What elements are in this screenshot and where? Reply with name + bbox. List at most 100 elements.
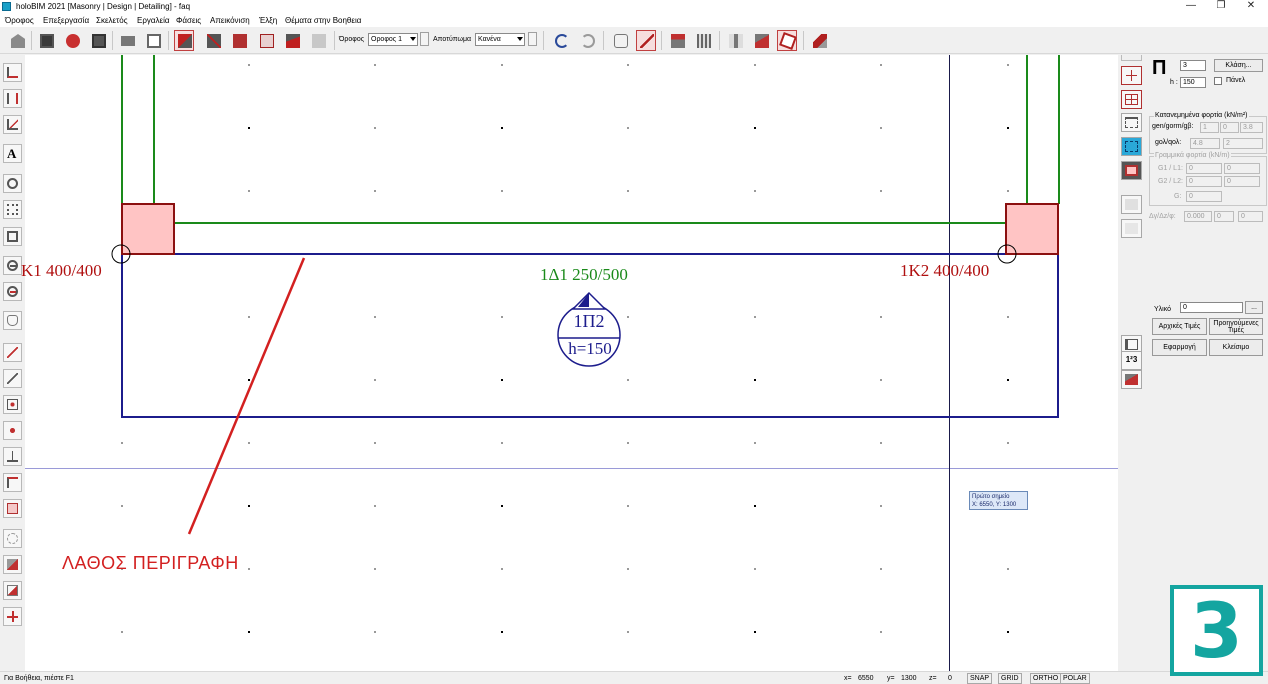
material-paint-button[interactable] <box>1121 370 1142 389</box>
delete-button[interactable] <box>88 30 108 51</box>
g-field[interactable]: 0 <box>1186 191 1222 202</box>
section-view-button[interactable] <box>3 581 22 600</box>
save-button[interactable] <box>36 30 56 51</box>
envelope-button[interactable] <box>256 30 276 51</box>
close-window-button[interactable]: ✕ <box>1236 0 1266 13</box>
menu-phases[interactable]: Φάσεις <box>176 16 201 25</box>
settings-button[interactable] <box>62 30 82 51</box>
material-field[interactable]: 0 <box>1180 302 1243 313</box>
zoom-center-button[interactable] <box>3 200 22 219</box>
beam-tool-button[interactable] <box>751 30 771 51</box>
undo-button[interactable] <box>551 30 571 51</box>
floor-select[interactable]: Οροφος 1 <box>368 33 418 46</box>
h-field[interactable]: 150 <box>1180 77 1206 88</box>
text-tool-button[interactable]: A <box>3 144 22 163</box>
footprint-select[interactable]: Κανένα <box>475 33 525 46</box>
polar-toggle[interactable]: POLAR <box>1060 673 1090 684</box>
pan-hand-button[interactable] <box>3 311 22 330</box>
menu-floor[interactable]: Όροφος <box>5 16 34 25</box>
edit-dim-button[interactable] <box>3 115 22 134</box>
point-line-button[interactable] <box>3 369 22 388</box>
g1l1-field-2[interactable]: 0 <box>1224 163 1260 174</box>
g2l2-field-1[interactable]: 0 <box>1186 176 1222 187</box>
light-button[interactable] <box>3 529 22 548</box>
section-view-icon <box>7 585 18 596</box>
menu-edit[interactable]: Επεξεργασία <box>43 16 89 25</box>
gen-field-1[interactable]: 1 <box>1200 122 1219 133</box>
slab-edge-button[interactable] <box>1121 113 1142 132</box>
load-button[interactable] <box>1121 137 1142 156</box>
menu-drag[interactable]: Έλξη <box>259 16 277 25</box>
g1l1-field-1[interactable]: 0 <box>1186 163 1222 174</box>
gen-field-2[interactable]: 0 <box>1220 122 1239 133</box>
light-icon <box>7 533 18 544</box>
point-tool-button[interactable] <box>3 395 22 414</box>
erase-button[interactable] <box>809 30 829 51</box>
print-preview-button[interactable] <box>143 30 163 51</box>
apply-button[interactable]: Εφαρμογή <box>1152 339 1207 356</box>
perpendicular-button[interactable] <box>3 447 22 466</box>
numbering-button[interactable]: 1²3 <box>1121 351 1142 370</box>
brush-button[interactable] <box>3 555 22 574</box>
cut-line-button[interactable] <box>282 30 302 51</box>
zoom-in-button[interactable] <box>3 282 22 301</box>
gol-field-2[interactable]: 2 <box>1223 138 1263 149</box>
ay-field-3[interactable]: 0 <box>1238 211 1263 222</box>
grid-toggle[interactable]: GRID <box>998 673 1022 684</box>
vertical-dim-button[interactable] <box>3 89 22 108</box>
corner-button[interactable] <box>3 473 22 492</box>
minimize-button[interactable]: — <box>1176 0 1206 13</box>
move-button[interactable] <box>3 607 22 626</box>
drawing-canvas[interactable]: Κ1 400/400 1Κ2 400/400 1Δ1 250/500 1Π2 h… <box>21 55 1118 671</box>
panel-checkbox[interactable] <box>1214 77 1222 85</box>
multi-slab-button[interactable] <box>1121 90 1142 109</box>
building-view-button[interactable] <box>693 30 713 51</box>
g2l2-field-2[interactable]: 0 <box>1224 176 1260 187</box>
trim-tool-button[interactable] <box>203 30 223 51</box>
gol-field-1[interactable]: 4.8 <box>1190 138 1220 149</box>
group-button[interactable] <box>229 30 249 51</box>
gen-field-3[interactable]: 3.8 <box>1240 122 1263 133</box>
menu-help-topics[interactable]: Θέματα στην Βοηθεια <box>285 16 361 25</box>
grid-dot <box>501 190 503 192</box>
draw-line-button[interactable] <box>636 30 656 51</box>
previous-values-button[interactable]: Προηγούμενες Τιμές <box>1209 318 1263 335</box>
fix-point-button[interactable] <box>3 499 22 518</box>
column-1[interactable] <box>121 203 175 255</box>
dimension-tool-button[interactable] <box>3 63 22 82</box>
panel-close-button[interactable]: Κλείσιμο <box>1209 339 1263 356</box>
menu-view[interactable]: Απεικόνιση <box>210 16 250 25</box>
grid-dot <box>754 505 756 507</box>
column-tool-button[interactable] <box>725 30 745 51</box>
add-slab-button[interactable] <box>1121 66 1142 85</box>
menu-skeleton[interactable]: Σκελετός <box>96 16 128 25</box>
slab-tool-button[interactable] <box>777 30 797 51</box>
redo-button[interactable] <box>577 30 597 51</box>
zoom-extents-button[interactable] <box>3 227 22 246</box>
ay-field-1[interactable]: 0.000 <box>1184 211 1212 222</box>
pan-button[interactable] <box>610 30 630 51</box>
floor-view-button[interactable] <box>667 30 687 51</box>
footprint-spinner[interactable] <box>528 32 537 46</box>
initial-values-button[interactable]: Αρχικές Τιμές <box>1152 318 1207 335</box>
zoom-window-button[interactable] <box>3 174 22 193</box>
ay-field-2[interactable]: 0 <box>1214 211 1234 222</box>
zoom-out-button[interactable] <box>3 256 22 275</box>
snap-toggle[interactable]: SNAP <box>967 673 993 684</box>
snap-tool-button[interactable] <box>3 421 22 440</box>
material-browse-button[interactable]: ... <box>1245 301 1263 314</box>
print-button[interactable] <box>117 30 137 51</box>
class-button[interactable]: Κλάση... <box>1214 59 1263 72</box>
floor-spinner[interactable] <box>420 32 429 46</box>
section-tool-button[interactable] <box>174 30 194 51</box>
clipboard-button[interactable] <box>308 30 328 51</box>
column-2[interactable] <box>1005 203 1059 255</box>
restore-button[interactable]: ❐ <box>1206 0 1236 13</box>
slab-number-field[interactable]: 3 <box>1180 60 1206 71</box>
ortho-toggle[interactable]: ORTHO <box>1030 673 1062 684</box>
menu-tools[interactable]: Εργαλεία <box>137 16 169 25</box>
building-button[interactable] <box>7 30 27 51</box>
hand-icon <box>7 315 18 326</box>
line-tool-button[interactable] <box>3 343 22 362</box>
hole-button[interactable] <box>1121 161 1142 180</box>
